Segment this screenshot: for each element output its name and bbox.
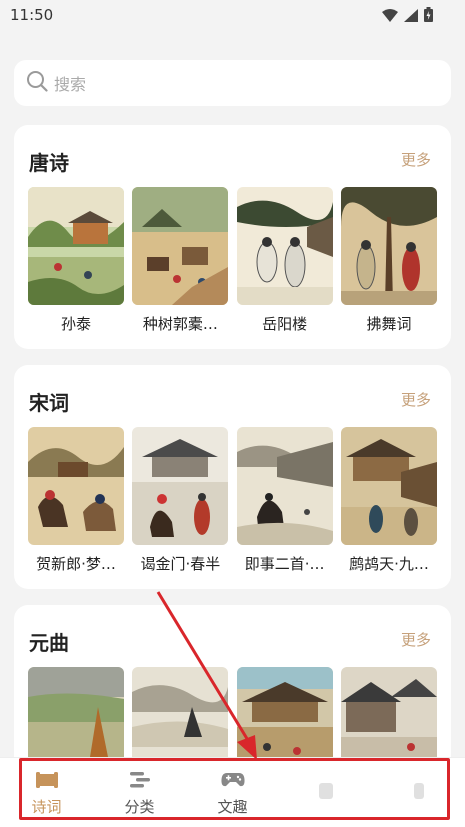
poem-title: 拂舞词 — [366, 315, 412, 333]
bottom-tab-bar: 诗词 分类 文趣 — [0, 757, 465, 827]
more-link[interactable]: 更多 — [401, 629, 431, 650]
poem-title: 种树郭橐… — [142, 315, 218, 333]
section-title: 元曲 — [29, 631, 69, 655]
poem-card[interactable]: 谒金门·春半 — [132, 427, 229, 574]
poem-title: 鹧鸪天·九… — [349, 555, 429, 573]
tab-unknown-2[interactable] — [372, 758, 465, 827]
poem-illustration — [28, 427, 124, 545]
status-bar: 11:50 — [0, 0, 465, 30]
tab-fun[interactable]: 文趣 — [186, 758, 279, 827]
wifi-icon — [382, 7, 398, 26]
thumb-list: 孙泰 种树郭橐… 岳阳楼 拂舞词 — [28, 187, 437, 334]
tab-label: 诗词 — [31, 798, 62, 816]
poem-title: 贺新郎·梦… — [36, 555, 116, 573]
poem-illustration — [132, 427, 229, 545]
more-link[interactable]: 更多 — [401, 149, 431, 170]
poem-card[interactable]: 贺新郎·梦… — [28, 427, 124, 574]
tab-unknown-1[interactable] — [279, 758, 372, 827]
status-time: 11:50 — [10, 6, 54, 24]
section-title: 唐诗 — [29, 151, 69, 175]
more-link[interactable]: 更多 — [401, 389, 431, 410]
poem-title: 岳阳楼 — [262, 315, 308, 333]
tab-categories[interactable]: 分类 — [93, 758, 186, 827]
scroll-icon — [35, 768, 58, 792]
poem-card[interactable]: 岳阳楼 — [236, 187, 333, 334]
poem-card[interactable]: 种树郭橐… — [132, 187, 229, 334]
poem-card[interactable]: 孙泰 — [28, 187, 124, 334]
poem-illustration — [340, 427, 437, 545]
gamepad-icon — [220, 768, 245, 792]
section-title: 宋词 — [29, 391, 69, 415]
poem-illustration — [236, 187, 333, 305]
tab-label: 分类 — [124, 798, 155, 816]
section-song-ci: 宋词 更多 贺新郎·梦… 谒金门·春半 即事二首·… 鹧鸪天·九… — [14, 365, 451, 589]
search-bar[interactable]: 搜索 — [14, 60, 451, 106]
faded-icon — [316, 779, 336, 803]
poem-title: 即事二首·… — [244, 555, 325, 573]
search-icon — [26, 70, 48, 96]
poem-title: 孙泰 — [60, 315, 91, 333]
search-placeholder: 搜索 — [54, 75, 87, 94]
status-icons — [382, 7, 433, 26]
tab-poems[interactable]: 诗词 — [0, 758, 93, 827]
poem-illustration — [132, 187, 229, 305]
poem-illustration — [28, 187, 124, 305]
section-tang-poems: 唐诗 更多 孙泰 种树郭橐… 岳阳楼 拂舞词 — [14, 125, 451, 349]
signal-icon — [404, 7, 418, 26]
thumb-list: 贺新郎·梦… 谒金门·春半 即事二首·… 鹧鸪天·九… — [28, 427, 437, 574]
battery-icon — [424, 7, 433, 26]
category-icon — [129, 768, 150, 792]
poem-title: 谒金门·春半 — [140, 555, 221, 573]
faded-icon — [409, 779, 429, 803]
poem-card[interactable]: 拂舞词 — [340, 187, 437, 334]
poem-card[interactable]: 鹧鸪天·九… — [340, 427, 437, 574]
poem-illustration — [236, 427, 333, 545]
tab-label: 文趣 — [217, 798, 248, 816]
poem-illustration — [340, 187, 437, 305]
poem-card[interactable]: 即事二首·… — [236, 427, 333, 574]
